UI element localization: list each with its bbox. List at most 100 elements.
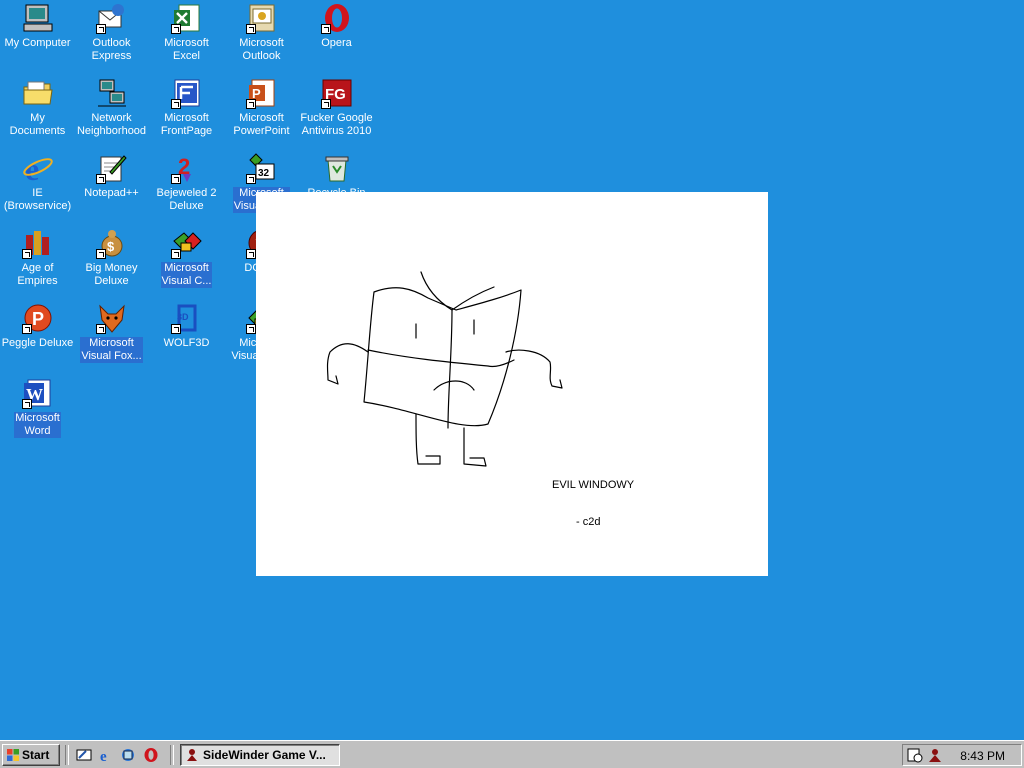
shortcut-arrow-icon xyxy=(95,249,106,259)
shortcut-arrow-icon xyxy=(95,24,106,34)
sidewinder-icon xyxy=(187,749,197,761)
computer-icon xyxy=(22,2,54,34)
shortcut-arrow-icon xyxy=(320,24,331,34)
shortcut-arrow-icon xyxy=(170,249,181,259)
desktop-icon-label: Microsoft FrontPage xyxy=(160,112,213,137)
desktop-icon-label: Microsoft Visual Fox... xyxy=(80,337,143,363)
peggle-icon: P xyxy=(21,302,54,334)
visual-basic-icon: 32 xyxy=(245,152,278,184)
desktop-icon-label: Microsoft Visual C... xyxy=(160,262,213,288)
shortcut-arrow-icon xyxy=(245,174,256,184)
desktop-icon-word[interactable]: W Microsoft Word xyxy=(0,375,75,450)
desktop-icon-label: Bejeweled 2 Deluxe xyxy=(156,187,217,212)
scheduler-icon[interactable] xyxy=(907,747,923,763)
windows-logo-icon xyxy=(7,749,19,761)
desktop-icon-label: Fucker Google Antivirus 2010 xyxy=(300,112,373,137)
shortcut-arrow-icon xyxy=(320,99,331,109)
outlook-icon xyxy=(245,2,278,34)
sidewinder-tray-icon[interactable] xyxy=(927,747,943,763)
desktop-icon-label: Opera xyxy=(321,37,352,49)
desktop-icon-label: Microsoft Word xyxy=(14,412,61,438)
big-money-icon: $ xyxy=(95,227,128,259)
channels-icon[interactable] xyxy=(120,747,136,763)
start-label: Start xyxy=(22,748,50,762)
bejeweled-icon: 2 xyxy=(170,152,203,184)
desktop-icon-label: IE (Browservice) xyxy=(3,187,72,212)
shortcut-arrow-icon xyxy=(245,24,256,34)
clock[interactable]: 8:43 PM xyxy=(960,749,1005,763)
shortcut-arrow-icon xyxy=(245,249,256,259)
desktop-icon-visual-c[interactable]: Microsoft Visual C... xyxy=(149,225,224,300)
evil-windowy-drawing xyxy=(326,271,563,467)
desktop-icon-outlook[interactable]: Microsoft Outlook xyxy=(224,0,299,75)
shortcut-arrow-icon xyxy=(170,324,181,334)
svg-text:32: 32 xyxy=(258,168,270,179)
recycle-bin-icon xyxy=(321,152,353,184)
start-button[interactable]: Start xyxy=(2,744,60,766)
desktop-icon-label: Network Neighborhood xyxy=(76,112,147,137)
shortcut-arrow-icon xyxy=(95,174,106,184)
desktop-icon-label: Big Money Deluxe xyxy=(85,262,138,287)
internet-explorer-icon[interactable]: e xyxy=(98,747,114,765)
show-desktop-icon[interactable] xyxy=(76,747,92,763)
folder-icon xyxy=(22,77,54,109)
shortcut-arrow-icon xyxy=(21,399,32,409)
wolf3d-icon: 3D xyxy=(170,302,203,334)
desktop-icon-label: Microsoft Outlook xyxy=(239,37,284,62)
drawing-window: EVIL WINDOWY - c2d xyxy=(256,192,768,576)
word-icon: W xyxy=(21,377,54,409)
excel-icon xyxy=(170,2,203,34)
desktop-icon-peggle[interactable]: P Peggle Deluxe xyxy=(0,300,75,375)
task-button-sidewinder[interactable]: SideWinder Game V... xyxy=(180,744,340,766)
desktop-icon-label: My Computer xyxy=(4,37,71,49)
drawing-signature: - c2d xyxy=(576,516,601,528)
taskbar-separator xyxy=(170,745,174,765)
desktop-icon-outlook-express[interactable]: Outlook Express xyxy=(74,0,149,75)
opera-icon[interactable] xyxy=(143,747,159,763)
task-button-label: SideWinder Game V... xyxy=(203,748,326,762)
desktop-icon-label: Peggle Deluxe xyxy=(1,337,74,349)
desktop-icon-label: Microsoft Excel xyxy=(164,37,209,62)
taskbar-separator xyxy=(65,745,69,765)
shortcut-arrow-icon xyxy=(21,324,32,334)
opera-icon xyxy=(320,2,353,34)
desktop-icon-antivirus[interactable]: FG Fucker Google Antivirus 2010 xyxy=(299,75,374,150)
desktop-icon-age-of-empires[interactable]: Age of Empires xyxy=(0,225,75,300)
desktop-icon-excel[interactable]: Microsoft Excel xyxy=(149,0,224,75)
desktop-icon-bejeweled[interactable]: 2 Bejeweled 2 Deluxe xyxy=(149,150,224,225)
frontpage-icon xyxy=(170,77,203,109)
desktop-icon-network[interactable]: Network Neighborhood xyxy=(74,75,149,150)
desktop-icon-visual-foxpro[interactable]: Microsoft Visual Fox... xyxy=(74,300,149,375)
svg-text:e: e xyxy=(100,749,107,763)
desktop-icon-label: WOLF3D xyxy=(163,337,210,349)
powerpoint-icon: P xyxy=(245,77,278,109)
desktop-icon-label: Notepad++ xyxy=(84,187,139,199)
desktop-icon-label: Age of Empires xyxy=(17,262,58,287)
taskbar: Start e SideWinder Game V... 8:43 PM xyxy=(0,740,1024,768)
desktop-icon-opera[interactable]: Opera xyxy=(299,0,374,75)
shortcut-arrow-icon xyxy=(95,324,106,334)
shortcut-arrow-icon xyxy=(245,324,256,334)
desktop-icon-powerpoint[interactable]: P Microsoft PowerPoint xyxy=(224,75,299,150)
desktop-icon-label: My Documents xyxy=(9,112,66,137)
desktop-icon-big-money[interactable]: $ Big Money Deluxe xyxy=(74,225,149,300)
network-icon xyxy=(96,77,128,109)
desktop-icon-label: Microsoft PowerPoint xyxy=(233,112,290,137)
age-of-empires-icon xyxy=(21,227,54,259)
internet-explorer-icon: e xyxy=(22,152,54,184)
desktop-icon-computer[interactable]: My Computer xyxy=(0,0,75,75)
svg-text:$: $ xyxy=(107,239,115,254)
shortcut-arrow-icon xyxy=(245,99,256,109)
shortcut-arrow-icon xyxy=(170,24,181,34)
desktop-icon-frontpage[interactable]: Microsoft FrontPage xyxy=(149,75,224,150)
drawing-caption: EVIL WINDOWY xyxy=(552,479,635,491)
desktop-icon-wolf3d[interactable]: 3D WOLF3D xyxy=(149,300,224,375)
shortcut-arrow-icon xyxy=(170,174,181,184)
notepad-icon xyxy=(95,152,128,184)
svg-text:3D: 3D xyxy=(177,312,189,322)
desktop-icon-notepad[interactable]: Notepad++ xyxy=(74,150,149,225)
desktop-icon-folder[interactable]: My Documents xyxy=(0,75,75,150)
svg-text:P: P xyxy=(32,309,44,329)
desktop-icon-internet-explorer[interactable]: e IE (Browservice) xyxy=(0,150,75,225)
shortcut-arrow-icon xyxy=(21,249,32,259)
